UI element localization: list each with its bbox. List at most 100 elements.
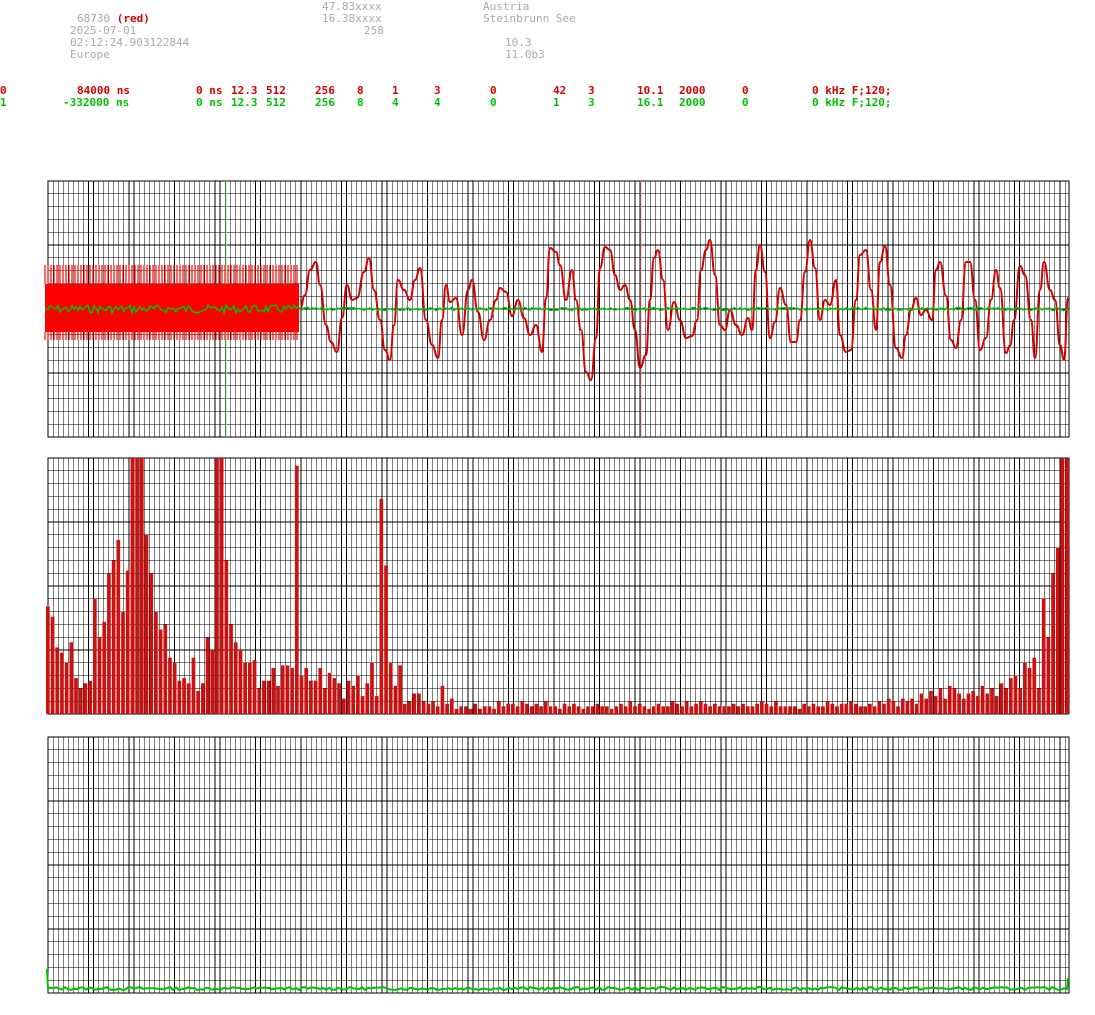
- spectrum-bar: [55, 647, 60, 714]
- spectrum-bar: [1027, 667, 1032, 714]
- spectrum-bar: [694, 703, 698, 714]
- spectrum-bar: [708, 706, 713, 714]
- spectrum-bar: [769, 706, 774, 714]
- spectrum-bar: [990, 688, 994, 714]
- spectrum-bar: [844, 703, 849, 714]
- spectrum-bar: [294, 465, 299, 714]
- spectrum-bar: [417, 693, 421, 714]
- spectrum-bar: [595, 703, 600, 714]
- spectrum-bar: [543, 701, 548, 714]
- spectrum-bar: [943, 698, 947, 714]
- spectrum-bar: [313, 680, 318, 714]
- spectrum-bar: [69, 642, 74, 714]
- spectrum-bar: [431, 701, 435, 714]
- spectrum-bar: [868, 703, 872, 714]
- plot-canvas: [44, 180, 1070, 994]
- spectrum-bar: [186, 683, 191, 714]
- spectrum-bar: [445, 703, 449, 714]
- spectrum-bar: [628, 701, 633, 714]
- spectrum-bar: [788, 706, 792, 714]
- spectrum-bar: [806, 706, 811, 714]
- spectrum-bar: [379, 498, 384, 714]
- spectrum-bar: [144, 534, 149, 714]
- spectrum-bar: [642, 706, 647, 714]
- spectrum-bar: [680, 706, 684, 714]
- spectrum-bar: [792, 706, 797, 714]
- spectrum-bar: [219, 458, 224, 714]
- spectrum-bar: [384, 565, 388, 714]
- spectrum-bar: [468, 708, 473, 714]
- spectrum-bar: [637, 703, 642, 714]
- spectrum-bar: [116, 539, 121, 714]
- spectrum-bar: [576, 706, 581, 714]
- spectrum-bar: [891, 701, 896, 714]
- spectrum-bar: [398, 665, 402, 714]
- spectrum-bar: [492, 708, 496, 714]
- spectrum-bar: [341, 698, 346, 714]
- spectrum-bar: [388, 662, 393, 714]
- spectrum-bar: [623, 706, 628, 714]
- spectrum-bar: [370, 662, 374, 714]
- spectrum-bar: [496, 701, 501, 714]
- spectrum-bar: [172, 662, 177, 714]
- spectrum-bar: [205, 637, 210, 714]
- spectrum-bar: [952, 688, 957, 714]
- spectrum-bar: [365, 683, 370, 714]
- spectrum-bar: [900, 698, 905, 714]
- spectrum-bar: [525, 703, 529, 714]
- spectrum-bar: [731, 703, 736, 714]
- spectrum-bar: [60, 652, 64, 714]
- spectrum-bar: [266, 680, 271, 714]
- spectrum-bar: [863, 706, 868, 714]
- spectrum-bar: [426, 703, 431, 714]
- spectrum-bar: [835, 706, 839, 714]
- spectrum-bar: [182, 678, 186, 714]
- spectrum-bar: [783, 706, 788, 714]
- spectrum-bar: [257, 688, 262, 714]
- spectrum-bar: [191, 657, 196, 714]
- spectrum-bar: [1013, 675, 1018, 714]
- spectrum-bar: [914, 703, 919, 714]
- waveform-burst: [45, 284, 299, 332]
- spectrum-bar: [675, 703, 680, 714]
- spectrum-bar: [412, 693, 417, 714]
- spectrum-bar: [520, 701, 525, 714]
- spectrum-bar: [304, 667, 309, 714]
- spectrum-bar: [332, 678, 337, 714]
- spectrum-bar: [656, 703, 661, 714]
- spectrum-bar: [750, 706, 755, 714]
- spectrum-bar: [933, 696, 938, 714]
- spectrum-bar: [619, 703, 623, 714]
- spectrum-bar: [825, 701, 830, 714]
- spectrum-bar: [633, 706, 637, 714]
- spectrum-bar: [839, 703, 844, 714]
- spectrum-bar: [745, 706, 750, 714]
- spectrum-bar: [402, 703, 407, 714]
- spectrum-bar: [459, 706, 464, 714]
- spectrum-bar: [539, 706, 543, 714]
- spectrum-bar: [454, 708, 459, 714]
- spectrum-bar: [586, 706, 590, 714]
- spectrum-bar: [1065, 458, 1069, 714]
- spectrum-bar: [548, 706, 553, 714]
- spectrum-bar: [111, 560, 116, 714]
- spectrum-bar: [821, 706, 825, 714]
- spectrum-bar: [651, 706, 656, 714]
- spectrum-bar: [661, 706, 666, 714]
- spectrum-bar: [1051, 573, 1055, 714]
- spectrum-bar: [1018, 688, 1023, 714]
- spectrum-bar: [558, 708, 562, 714]
- spectrum-bar: [224, 560, 229, 714]
- spectrum-bar: [572, 703, 576, 714]
- spectrum-bar: [210, 650, 215, 714]
- spectrum-bar: [276, 685, 280, 714]
- spectrum-grid: [47, 457, 1070, 715]
- spectrum-bar: [604, 706, 609, 714]
- spectrum-bar: [1023, 662, 1027, 714]
- spectrum-bar: [966, 693, 971, 714]
- spectrum-bar: [853, 703, 858, 714]
- spectrum-bar: [647, 708, 651, 714]
- spectrum-bar: [511, 703, 515, 714]
- spectrum-bar: [515, 706, 520, 714]
- spectrum-bar: [1041, 598, 1046, 714]
